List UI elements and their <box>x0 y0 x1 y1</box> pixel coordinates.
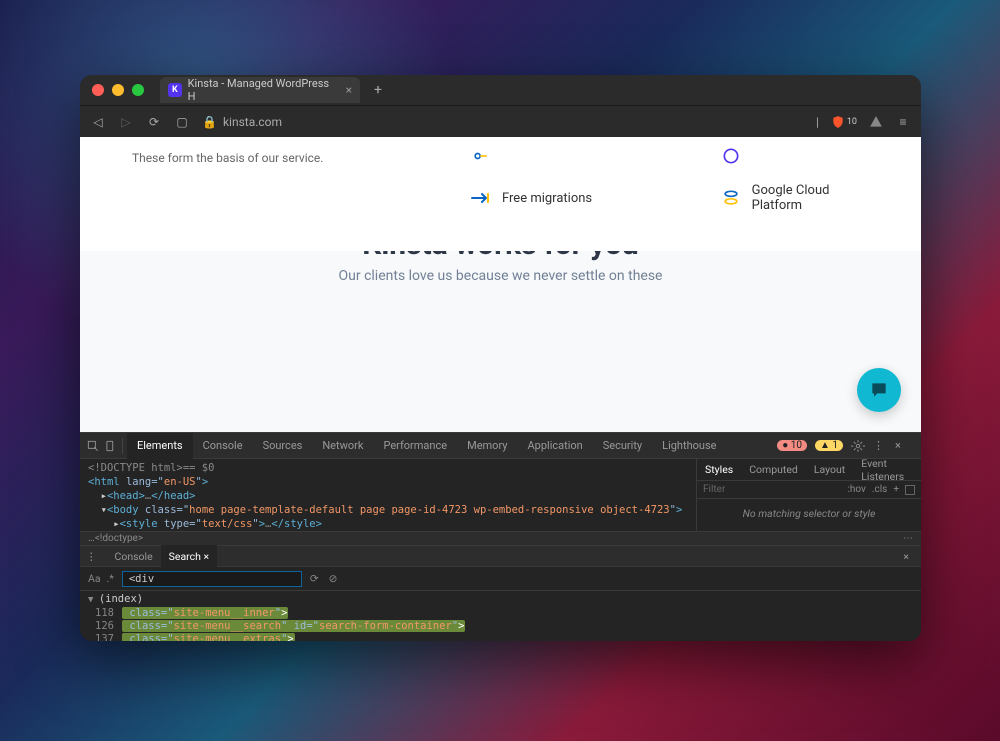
migration-icon <box>470 187 492 209</box>
drawer-tab-search[interactable]: Search × <box>161 545 217 567</box>
tab-title: Kinsta - Managed WordPress H <box>188 77 336 103</box>
maximize-window-icon[interactable] <box>132 84 144 96</box>
hov-toggle[interactable]: :hov <box>847 484 865 495</box>
browser-tab[interactable]: K Kinsta - Managed WordPress H × <box>160 77 360 103</box>
add-rule-icon[interactable]: + <box>893 484 899 495</box>
more-icon[interactable]: ⋮ <box>873 439 887 453</box>
result-file[interactable]: (index) <box>80 593 921 607</box>
feature-gcp: Google Cloud Platform <box>720 183 881 213</box>
back-button[interactable]: ◁ <box>90 114 106 130</box>
clear-search-icon[interactable]: ⊘ <box>329 572 338 585</box>
gear-icon[interactable] <box>851 439 865 453</box>
styles-tab-layout[interactable]: Layout <box>806 459 853 480</box>
more-icon[interactable] <box>905 485 915 495</box>
close-tab-icon[interactable]: × <box>346 83 352 97</box>
devtools-tab-elements[interactable]: Elements <box>127 433 193 459</box>
close-devtools-icon[interactable]: × <box>895 439 909 453</box>
styles-tab-computed[interactable]: Computed <box>741 459 806 480</box>
page-viewport: These form the basis of our service. pla… <box>80 137 921 432</box>
devtools-tab-network[interactable]: Network <box>312 433 373 459</box>
bookmark-icon[interactable]: ▢ <box>174 114 190 130</box>
dom-tree[interactable]: <!DOCTYPE html>== $0 <html lang="en-US">… <box>80 459 696 531</box>
hero-subtitle: Our clients love us because we never set… <box>80 268 921 284</box>
minimize-window-icon[interactable] <box>112 84 124 96</box>
devtools-panel: ElementsConsoleSourcesNetworkPerformance… <box>80 432 921 641</box>
devtools-tab-sources[interactable]: Sources <box>253 433 313 459</box>
case-sensitive-toggle[interactable]: Aa <box>88 572 101 585</box>
devtools-tab-console[interactable]: Console <box>193 433 253 459</box>
search-input[interactable] <box>122 571 302 587</box>
regex-toggle[interactable]: .* <box>107 572 114 585</box>
styles-filter-input[interactable]: Filter <box>703 484 725 495</box>
drawer-tab-console[interactable]: Console <box>107 545 161 567</box>
error-badge[interactable]: ● 10 <box>777 440 807 451</box>
warning-icon[interactable] <box>869 115 883 129</box>
feature-icon <box>720 145 742 167</box>
lock-icon: 🔒 <box>202 115 217 129</box>
url-bar: ◁ ▷ ⟳ ▢ 🔒 kinsta.com | 10 ≡ <box>80 105 921 137</box>
device-icon[interactable] <box>104 439 118 453</box>
forward-button[interactable]: ▷ <box>118 114 134 130</box>
search-result-line[interactable]: 137 class="site-menu__extras"> <box>80 633 921 641</box>
feature-migrations: Free migrations <box>470 187 720 209</box>
devtools-tab-performance[interactable]: Performance <box>373 433 457 459</box>
close-window-icon[interactable] <box>92 84 104 96</box>
devtools-tab-memory[interactable]: Memory <box>457 433 517 459</box>
gcp-icon <box>720 187 742 209</box>
devtools-tab-application[interactable]: Application <box>517 433 592 459</box>
styles-empty-message: No matching selector or style <box>697 499 921 528</box>
close-drawer-icon[interactable]: × <box>897 550 915 563</box>
menu-button[interactable]: ≡ <box>895 114 911 130</box>
search-result-line[interactable]: 126 class="site-menu__search" id="search… <box>80 620 921 633</box>
devtools-tab-security[interactable]: Security <box>593 433 652 459</box>
chat-bubble-button[interactable] <box>857 368 901 412</box>
styles-tab-event-listeners[interactable]: Event Listeners <box>853 459 912 480</box>
feature-subtitle: These form the basis of our service. <box>132 151 323 165</box>
styles-panel: StylesComputedLayoutEvent Listeners» Fil… <box>696 459 921 531</box>
styles-tab-styles[interactable]: Styles <box>697 459 741 480</box>
brave-shields-icon[interactable]: 10 <box>831 115 857 129</box>
devtools-tab-lighthouse[interactable]: Lighthouse <box>652 433 726 459</box>
reload-button[interactable]: ⟳ <box>146 114 162 130</box>
feature-icon <box>470 145 492 167</box>
drawer-more-icon[interactable]: ⋮ <box>86 550 97 563</box>
search-results[interactable]: (index) 118 class="site-menu__inner">126… <box>80 591 921 641</box>
new-tab-button[interactable]: + <box>374 82 382 98</box>
warning-badge[interactable]: ▲ 1 <box>815 440 843 451</box>
address-input[interactable]: 🔒 kinsta.com <box>202 115 804 129</box>
browser-window: K Kinsta - Managed WordPress H × + ◁ ▷ ⟳… <box>80 75 921 641</box>
inspect-icon[interactable] <box>86 439 100 453</box>
titlebar: K Kinsta - Managed WordPress H × + <box>80 75 921 105</box>
favicon-icon: K <box>168 83 182 97</box>
breadcrumb-more-icon[interactable]: ⋯ <box>903 533 913 544</box>
cls-toggle[interactable]: .cls <box>872 484 887 495</box>
search-result-line[interactable]: 118 class="site-menu__inner"> <box>80 607 921 620</box>
devtools-tabs: ElementsConsoleSourcesNetworkPerformance… <box>80 433 921 459</box>
styles-tabs-more-icon[interactable]: » <box>912 459 921 480</box>
refresh-search-icon[interactable]: ⟳ <box>310 572 319 585</box>
